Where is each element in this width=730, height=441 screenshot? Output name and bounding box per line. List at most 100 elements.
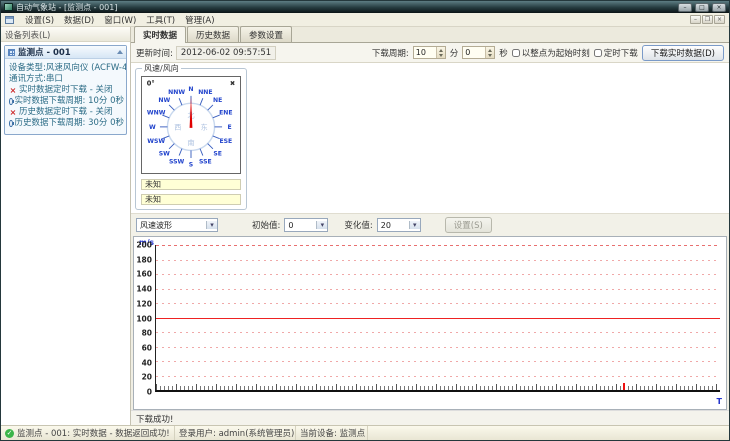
spinner-arrows-icon[interactable] (485, 47, 495, 58)
device-type-text: 设备类型:风速风向仪 (ACFW-4) (9, 63, 126, 73)
device-grid-icon (8, 48, 15, 56)
dir-nw: NW (158, 97, 170, 104)
comm-mode-line: 通讯方式:串口 (9, 74, 124, 85)
initial-value-label: 初始值: (252, 221, 281, 231)
dropdown-arrow-icon: ▾ (206, 221, 217, 229)
current-device-panel: 当前设备: 监测点 - 001 (296, 426, 368, 440)
device-panel-header[interactable]: 监测点 - 001 (5, 46, 126, 59)
initial-value-select[interactable]: 0 ▾ (284, 218, 329, 232)
change-value-select-value: 20 (380, 220, 391, 230)
set-button[interactable]: 设置(S) (444, 217, 492, 233)
dir-w: W (149, 124, 156, 131)
waveform-controls: 风速波形 ▾ 初始值: 0 ▾ 变化值: 20 ▾ 设置(S) (131, 213, 729, 236)
menu-data[interactable]: 数据(D) (59, 13, 99, 27)
y-tick-80: 80 (141, 328, 152, 338)
dir-n: N (188, 86, 193, 93)
minutes-input[interactable] (413, 47, 436, 58)
dir-nnw: NNW (168, 89, 185, 96)
mdi-child-window-controls: – ❐ × (690, 15, 725, 24)
y-tick-140: 140 (136, 284, 152, 294)
child-restore-button[interactable]: ❐ (702, 15, 713, 24)
dropdown-arrow-icon: ▾ (408, 221, 420, 229)
app-body: 设备列表(L) 监测点 - 001 设备类型:风速风向仪 (ACFW-4) 通讯… (1, 26, 729, 425)
seconds-unit-label: 秒 (499, 48, 508, 59)
wind-compass: 0° ✖ N NNE NE ENE E ESE SE SSE S SSW SW … (141, 76, 241, 174)
menu-bar: 设置(S) 数据(D) 窗口(W) 工具(T) 管理(A) – ❐ × (1, 13, 729, 27)
minutes-spinner[interactable] (412, 46, 446, 59)
compass-unknown-marker-icon: ✖ (230, 79, 236, 87)
gridline-100 (156, 317, 720, 319)
wind-speed-chart: m/s 0 20 40 60 80 100 120 140 160 180 200 T (133, 236, 727, 410)
title-bar: 自动气象站 - [监测点 - 001] – □ × (1, 1, 729, 13)
gridline-40 (156, 361, 720, 362)
history-timer-line: × 历史数据定时下载 - 关闭 (9, 107, 124, 118)
success-icon (5, 428, 14, 438)
y-tick-120: 120 (136, 299, 152, 309)
waveform-select[interactable]: 风速波形 ▾ (136, 218, 218, 232)
realtime-period-line: 实时数据下载周期: 10分 0秒 (9, 96, 124, 107)
realtime-timer-line: × 实时数据定时下载 - 关闭 (9, 85, 124, 96)
tab-parameter-settings[interactable]: 参数设置 (240, 26, 293, 42)
wind-speed-field: 未知 (141, 194, 241, 205)
mdi-child-icon[interactable] (5, 15, 14, 24)
seconds-spinner[interactable] (462, 46, 496, 59)
cn-east-label: 东 (201, 123, 208, 132)
maximize-button[interactable]: □ (695, 2, 709, 12)
wind-direction-field: 未知 (141, 179, 241, 190)
timed-download-checkbox[interactable]: 定时下载 (593, 47, 638, 59)
menu-settings[interactable]: 设置(S) (20, 13, 59, 27)
device-panel[interactable]: 监测点 - 001 设备类型:风速风向仪 (ACFW-4) 通讯方式:串口 × … (4, 45, 127, 135)
menu-tools[interactable]: 工具(T) (141, 13, 180, 27)
initial-value-select-value: 0 (288, 220, 294, 230)
download-realtime-button[interactable]: 下载实时数据(D) (641, 44, 724, 61)
x-icon: × (9, 108, 17, 117)
timed-download-checkbox-label: 定时下载 (603, 48, 638, 59)
device-type-line: 设备类型:风速风向仪 (ACFW-4) (9, 63, 126, 74)
history-period-text: 历史数据下载周期: 30分 0秒 (14, 118, 125, 128)
collapse-icon[interactable] (117, 50, 123, 54)
dir-ne: NE (213, 97, 222, 104)
realtime-timer-text: 实时数据定时下载 - 关闭 (19, 85, 113, 95)
change-value-select[interactable]: 20 ▾ (376, 218, 421, 232)
seconds-input[interactable] (463, 47, 486, 58)
y-tick-40: 40 (141, 358, 152, 368)
minimize-button[interactable]: – (678, 2, 692, 12)
y-tick-60: 60 (141, 343, 152, 353)
cn-west-label: 西 (174, 123, 181, 132)
gridline-140 (156, 288, 720, 290)
main-area: 实时数据 历史数据 参数设置 更新时间: 2012-06-02 09:57:51… (131, 26, 729, 425)
spinner-arrows-icon[interactable] (435, 47, 445, 58)
y-tick-160: 160 (136, 269, 152, 279)
menu-window[interactable]: 窗口(W) (99, 13, 141, 27)
child-minimize-button[interactable]: – (690, 15, 701, 24)
gridline-160 (156, 274, 720, 275)
y-tick-0: 0 (146, 387, 152, 397)
child-close-button[interactable]: × (714, 15, 725, 24)
align-start-checkbox-input[interactable] (511, 48, 520, 57)
app-window: 自动气象站 - [监测点 - 001] – □ × 设置(S) 数据(D) 窗口… (0, 0, 730, 441)
wind-groupbox-title: 风速/风向 (142, 63, 181, 74)
tab-realtime-data[interactable]: 实时数据 (134, 26, 187, 43)
compass-angle-label: 0° (147, 79, 155, 87)
dir-s: S (189, 161, 193, 168)
dir-ssw: SSW (169, 159, 185, 166)
download-result-message: 下载成功! (131, 410, 729, 425)
menu-admin[interactable]: 管理(A) (180, 13, 219, 27)
y-tick-100: 100 (136, 314, 152, 323)
update-time-value: 2012-06-02 09:57:51 (175, 45, 277, 60)
tab-history-data[interactable]: 历史数据 (187, 26, 240, 42)
clock-icon (9, 98, 14, 105)
timed-download-checkbox-input[interactable] (593, 48, 602, 57)
wind-groupbox: 风速/风向 0° ✖ N NNE NE ENE E ESE SE SSE S S… (135, 63, 247, 210)
align-start-checkbox[interactable]: 以整点为起始时刻 (511, 47, 590, 59)
gridline-80 (156, 332, 720, 333)
plot-area (155, 245, 720, 392)
x-icon: × (9, 86, 17, 95)
dir-ese: ESE (219, 138, 232, 145)
close-button[interactable]: × (712, 2, 726, 12)
y-tick-20: 20 (141, 372, 152, 382)
change-value-label: 变化值: (344, 221, 373, 231)
x-axis-major-ticks (156, 384, 720, 390)
device-list-header: 设备列表(L) (1, 27, 130, 42)
history-timer-text: 历史数据定时下载 - 关闭 (19, 107, 113, 117)
